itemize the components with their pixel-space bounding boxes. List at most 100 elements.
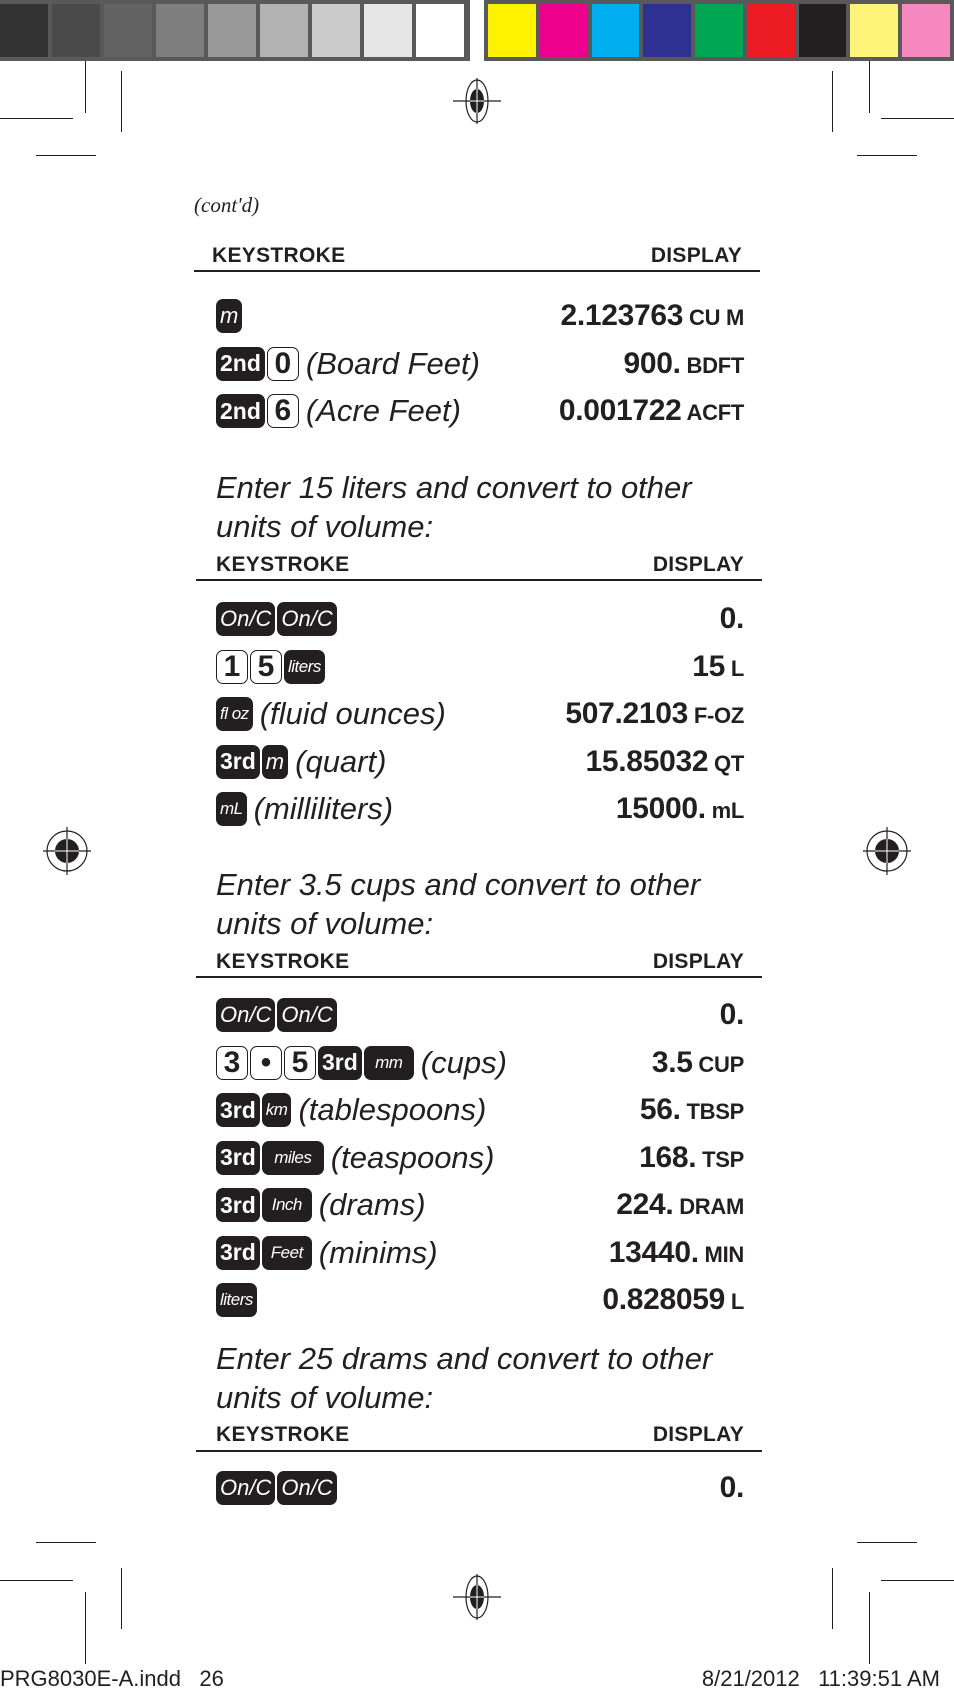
keystroke-sequence: On/C On/C [216,602,337,636]
keystroke-sequence: On/C On/C [216,1471,337,1505]
header-rule [196,579,762,581]
display-value: 56. TBSP [640,1093,744,1127]
registration-mark-icon [43,827,91,875]
keystroke-sequence: 2nd 0 (Board Feet) [216,346,480,382]
keystroke-sequence: 2nd 6 (Acre Feet) [216,393,461,429]
key-dot-icon: • [250,1045,282,1080]
keystroke-sequence: mL (milliliters) [216,791,393,827]
keystroke-row: On/C On/C 0. [216,993,744,1037]
color-swatch [798,4,847,57]
header-rule [196,1450,762,1452]
display-value: 900. BDFT [624,347,745,381]
key-3rd-icon: 3rd [216,1235,260,1270]
key-2nd-icon: 2nd [216,394,265,428]
key-3rd-icon: 3rd [216,1188,260,1222]
key-3rd-icon: 3rd [216,1093,260,1127]
keystroke-row: liters 0.828059 L [216,1278,744,1322]
key-m-icon: m [261,744,289,779]
color-swatch [539,4,588,57]
display-unit: TBSP [680,1099,745,1124]
key-liters-icon: liters [284,649,325,684]
display-value: 3.5 CUP [652,1046,744,1080]
key-miles-icon: miles [261,1140,324,1175]
display-number: 0. [719,1471,745,1504]
intro-line: Enter 3.5 cups and convert to other [216,867,701,902]
crop-mark [832,71,833,132]
display-number: 56. [639,1093,681,1126]
crop-mark [869,61,870,113]
keystroke-sequence: 3rd miles (teaspoons) [216,1140,495,1176]
keystroke-header: KEYSTROKE [216,553,350,576]
keystroke-row: 3rd km (tablespoons) 56. TBSP [216,1088,744,1132]
display-value: 168. TSP [639,1141,744,1175]
crop-mark [121,1568,122,1629]
keystroke-header: KEYSTROKE [216,950,350,973]
key-on-c-icon: On/C [277,602,337,636]
display-unit: MIN [698,1241,745,1267]
section-intro: Enter 3.5 cups and convert to other unit… [216,865,700,943]
display-value: 507.2103 F-OZ [565,697,744,731]
color-swatch [260,4,308,57]
color-swatch [104,4,152,57]
display-number: 0. [719,602,745,635]
key-ml-icon: mL [216,792,247,826]
key-3rd-icon: 3rd [216,744,260,779]
crop-mark [881,118,954,119]
display-value: 0. [719,1471,745,1505]
keystroke-row: 3rd Inch (drams) 224. DRAM [216,1183,744,1227]
keystroke-header: KEYSTROKE [212,244,346,267]
display-value: 0. [719,602,745,636]
color-swatch [156,4,204,57]
display-number: 15.85032 [585,744,709,778]
crop-mark [85,61,86,113]
key-2nd-icon: 2nd [216,346,265,381]
key-5-icon: 5 [250,649,282,684]
color-swatch [488,4,536,57]
display-number: 0.828059 [602,1283,726,1316]
display-unit: L [725,1289,744,1314]
crop-mark [869,1592,870,1664]
intro-line: Enter 15 liters and convert to other [216,470,692,505]
color-swatch [850,4,899,57]
display-number: 507.2103 [565,697,689,730]
color-swatch [643,4,692,57]
keystroke-sequence: On/C On/C [216,998,337,1032]
continued-label: (cont'd) [194,193,260,217]
color-swatch [416,4,464,57]
keystroke-row: 2nd 6 (Acre Feet) 0.001722 ACFT [216,389,744,433]
crop-mark [857,155,917,156]
keystroke-sequence: 3rd Feet (minims) [216,1235,438,1271]
intro-line: units of volume: [216,1380,434,1415]
keystroke-row: mL (milliliters) 15000. mL [216,787,744,831]
key-1-icon: 1 [216,649,248,684]
display-header: DISPLAY [652,553,744,576]
key-on-c-icon: On/C [277,998,337,1032]
display-unit: DRAM [673,1194,744,1219]
keystroke-sequence: 3 • 5 3rd mm (cups) [216,1045,507,1081]
keystroke-row: 3rd m (quart) 15.85032 QT [216,740,744,784]
keystroke-sequence: 1 5 liters [216,649,325,684]
display-unit: BDFT [680,352,745,378]
keystroke-row: 2nd 0 (Board Feet) 900. BDFT [216,342,744,386]
key-0-icon: 0 [266,346,299,381]
color-swatch [695,4,743,57]
display-number: 0.001722 [558,394,682,427]
header-rule [196,976,762,978]
keystroke-row: 3rd Feet (minims) 13440. MIN [216,1231,744,1275]
display-number: 0. [719,998,745,1031]
keystroke-sequence: fl oz (fluid ounces) [216,696,446,732]
key-m-icon: m [216,299,243,333]
crop-mark [0,1580,73,1581]
crop-mark [832,1568,833,1629]
color-swatch [0,4,48,57]
keystroke-row: On/C On/C 0. [216,597,744,641]
display-number: 224. [616,1188,674,1221]
display-unit: CU M [683,305,744,330]
keystroke-row: 3 • 5 3rd mm (cups) 3.5 CUP [216,1041,744,1085]
color-swatch [208,4,256,57]
crop-mark [36,1542,96,1543]
key-on-c-icon: On/C [216,1471,276,1505]
keystroke-note: (fluid ounces) [259,696,446,731]
display-unit: ACFT [681,400,745,425]
crop-mark [857,1542,917,1543]
